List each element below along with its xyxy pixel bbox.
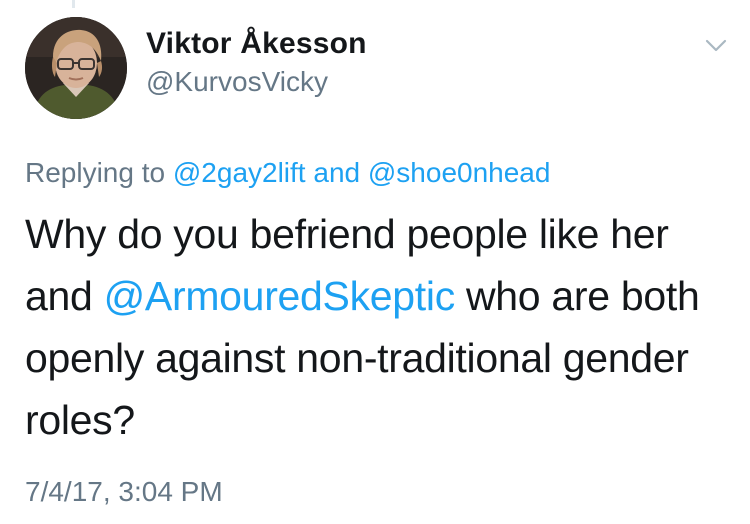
avatar[interactable]	[25, 17, 127, 119]
avatar-photo	[25, 17, 127, 119]
reply-mention-shoe0nhead[interactable]: @shoe0nhead	[368, 157, 551, 188]
tweet-timestamp[interactable]: 7/4/17, 3:04 PM	[25, 476, 223, 508]
replying-conjunction: and	[313, 157, 361, 188]
author-handle[interactable]: @KurvosVicky	[146, 66, 328, 98]
tweet-mention-armouredskeptic[interactable]: @ArmouredSkeptic	[104, 273, 456, 319]
author-display-name[interactable]: Viktor Åkesson	[146, 27, 367, 61]
chevron-down-icon[interactable]	[700, 30, 732, 62]
tweet-text: Why do you befriend people like her and …	[25, 203, 735, 451]
thread-connector-line	[72, 0, 75, 8]
reply-mention-2gay2lift[interactable]: @2gay2lift	[173, 157, 306, 188]
replying-to-label: Replying to	[25, 157, 166, 188]
replying-to-line: Replying to @2gay2lift and @shoe0nhead	[25, 157, 550, 189]
